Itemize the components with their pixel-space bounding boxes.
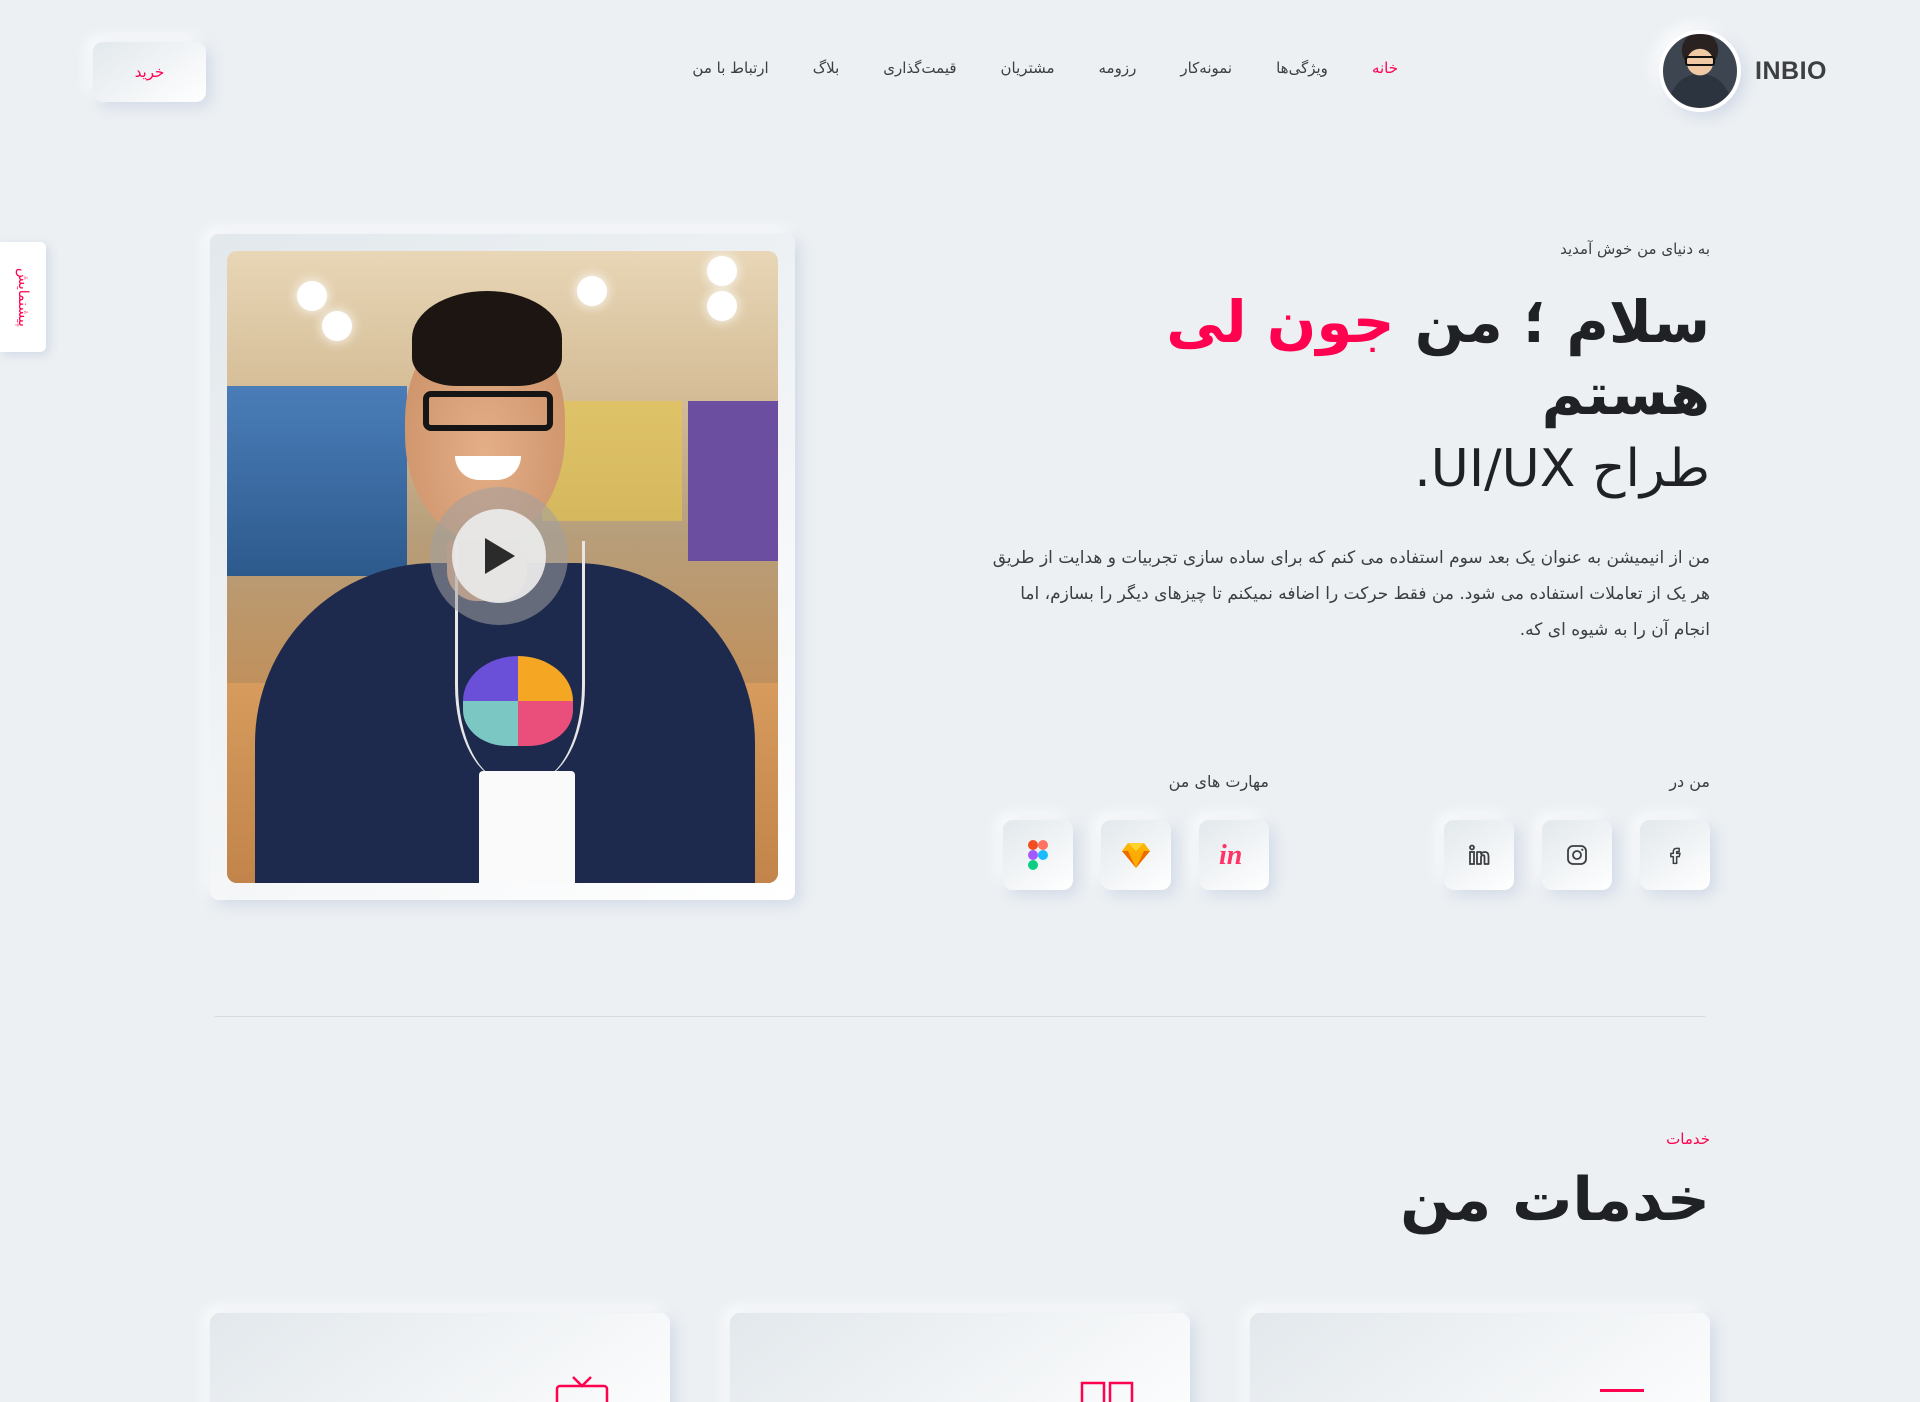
service-line-icon (1600, 1389, 1644, 1392)
hero-photo (227, 251, 778, 883)
headline-name: جون لی (1166, 288, 1395, 356)
instagram-icon (1567, 845, 1587, 865)
nav-item-blog[interactable]: بلاگ (791, 59, 862, 77)
service-card[interactable] (1250, 1313, 1710, 1402)
sketch-icon (1122, 843, 1150, 868)
nav-item-resume[interactable]: رزومه (1077, 59, 1159, 77)
nav-item-portfolio[interactable]: نمونه‌کار (1158, 59, 1254, 77)
hero-text: به دنیای من خوش آمدید سلام ؛ من جون لی ه… (990, 240, 1710, 648)
hero-subline: طراح UI/UX. (1414, 439, 1710, 499)
headline-suffix: هستم (1541, 360, 1710, 428)
svg-text:in: in (1219, 840, 1242, 870)
main-nav: خانه ویژگی‌ها نمونه‌کار رزومه مشتریان قی… (93, 36, 1420, 100)
nav-item-contact[interactable]: ارتباط با من (670, 59, 790, 77)
tv-icon (555, 1376, 609, 1402)
services-title: خدمات من (1400, 1165, 1710, 1235)
instagram-button[interactable] (1542, 820, 1612, 890)
nav-item-home[interactable]: خانه (1350, 59, 1420, 77)
welcome-text: به دنیای من خوش آمدید (1560, 240, 1710, 258)
skills-label: مهارت های من (1168, 772, 1269, 791)
nav-item-pricing[interactable]: قیمت‌گذاری (861, 59, 978, 77)
avatar (1659, 30, 1742, 112)
preview-side-tab-label: پیشنمایش (15, 267, 31, 327)
service-card[interactable] (210, 1313, 670, 1402)
logo-text: INBIO (1755, 56, 1827, 85)
facebook-icon (1670, 847, 1681, 865)
book-icon (1080, 1381, 1134, 1402)
social-label: من در (1669, 772, 1710, 791)
play-video-button[interactable] (430, 487, 568, 625)
hero-description: من از انیمیشن به عنوان یک بعد سوم استفاد… (992, 548, 1710, 640)
invision-icon: in (1219, 840, 1242, 870)
play-icon (485, 538, 515, 574)
services-label: خدمات (1666, 1130, 1710, 1148)
linkedin-icon (1469, 844, 1490, 865)
hero-headline: سلام ؛ من جون لی هستم (990, 286, 1710, 430)
hero-photo-card (210, 234, 795, 900)
facebook-button[interactable] (1640, 820, 1710, 890)
service-card[interactable] (730, 1313, 1190, 1402)
headline-prefix: سلام ؛ من (1414, 288, 1710, 356)
nav-item-clients[interactable]: مشتریان (979, 59, 1077, 77)
figma-button[interactable] (1003, 820, 1073, 890)
nav-item-features[interactable]: ویژگی‌ها (1254, 59, 1350, 77)
figma-icon (1028, 840, 1048, 870)
linkedin-button[interactable] (1444, 820, 1514, 890)
invision-button[interactable]: in (1199, 820, 1269, 890)
preview-side-tab[interactable]: پیشنمایش (0, 242, 46, 352)
sketch-button[interactable] (1101, 820, 1171, 890)
section-divider (215, 1016, 1705, 1017)
buy-button[interactable]: خرید (93, 42, 206, 102)
site-logo[interactable]: INBIO (1659, 30, 1827, 112)
